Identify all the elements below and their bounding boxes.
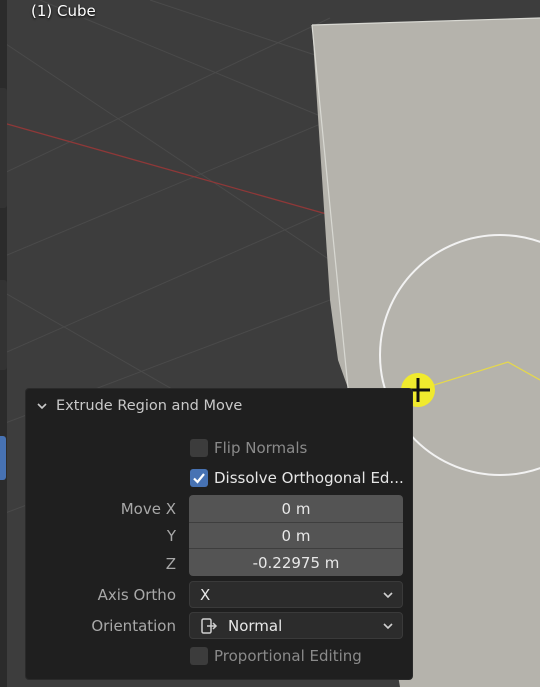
operator-panel: Extrude Region and Move Flip Normals Dis… xyxy=(25,388,413,680)
flip-normals-checkbox[interactable] xyxy=(190,439,208,457)
orientation-value: Normal xyxy=(228,616,283,635)
dissolve-orthogonal-option[interactable]: Dissolve Orthogonal Ed... xyxy=(190,465,404,491)
chevron-down-icon xyxy=(383,623,393,630)
chevron-down-icon xyxy=(37,403,47,410)
axis-ortho-label: Axis Ortho xyxy=(97,586,176,604)
orientation-icon xyxy=(201,617,218,634)
toolbar-group[interactable] xyxy=(0,280,7,370)
panel-header[interactable]: Extrude Region and Move xyxy=(26,389,412,423)
move-z-field[interactable]: -0.22975 m xyxy=(189,549,403,576)
move-x-field[interactable]: 0 m xyxy=(189,495,403,522)
axis-ortho-dropdown[interactable]: X xyxy=(189,581,403,608)
panel-title: Extrude Region and Move xyxy=(56,398,243,414)
toolbar-strip xyxy=(0,0,7,687)
proportional-editing-checkbox[interactable] xyxy=(190,647,208,665)
x-axis-line xyxy=(0,121,331,216)
move-y-label: Y xyxy=(166,527,176,545)
proportional-editing-label: Proportional Editing xyxy=(214,647,362,665)
orientation-label: Orientation xyxy=(91,617,176,635)
toolbar-group[interactable] xyxy=(0,88,7,208)
active-tool-indicator[interactable] xyxy=(0,436,6,480)
dissolve-orthogonal-checkbox[interactable] xyxy=(190,469,208,487)
move-z-label: Z xyxy=(165,555,176,573)
proportional-editing-option[interactable]: Proportional Editing xyxy=(190,643,362,669)
checkmark-icon xyxy=(193,473,205,484)
chevron-down-icon xyxy=(383,592,393,599)
orientation-dropdown[interactable]: Normal xyxy=(189,612,403,639)
move-x-label: Move X xyxy=(120,500,176,518)
object-info-label: (1) Cube xyxy=(31,2,96,20)
flip-normals-label: Flip Normals xyxy=(214,439,308,457)
move-y-field[interactable]: 0 m xyxy=(189,522,403,549)
flip-normals-option[interactable]: Flip Normals xyxy=(190,435,307,461)
dissolve-orthogonal-label: Dissolve Orthogonal Ed... xyxy=(214,469,404,487)
axis-ortho-value: X xyxy=(200,585,211,604)
